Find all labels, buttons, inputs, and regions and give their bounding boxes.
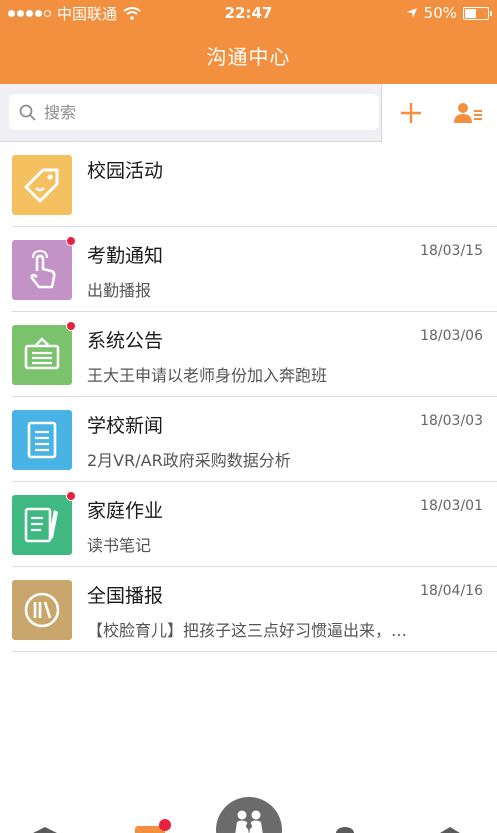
homework-pen-icon [24,507,58,543]
carrier-name: 中国联通 [57,4,118,23]
item-subtitle: 出勤播报 [87,281,152,300]
profile-tab-icon[interactable] [435,826,465,833]
wifi-icon [123,6,141,20]
status-bar: 中国联通 22:47 50% [0,0,497,26]
action-panel [381,84,497,142]
item-title: 学校新闻 [87,415,164,437]
search-bar [0,84,497,142]
item-title: 系统公告 [87,330,164,352]
search-box[interactable] [9,94,379,130]
item-icon [12,580,72,640]
battery-icon [463,6,492,20]
contacts-button[interactable] [448,93,488,133]
item-title: 考勤通知 [87,245,164,267]
list-item[interactable]: 全国播报 18/04/16 【校脸育儿】把孩子这三点好习惯逼出来，… [0,567,497,652]
unread-badge [66,321,76,331]
location-arrow-icon [406,8,417,18]
list-item[interactable]: 学校新闻 18/03/03 2月VR/AR政府采购数据分析 [0,397,497,482]
item-subtitle: 读书笔记 [87,536,152,555]
item-icon [12,321,76,385]
contacts-icon [454,103,483,123]
document-icon [27,421,57,459]
unread-badge [66,491,76,501]
item-title: 校园活动 [87,160,164,182]
item-date: 18/03/15 [420,243,483,259]
item-date: 18/03/01 [420,498,483,514]
unread-badge [66,236,76,246]
item-date: 18/04/16 [420,583,483,599]
tag-icon [24,168,59,203]
signal-strength-icon [8,9,51,17]
family-icon [235,810,263,833]
message-list: 校园活动 考勤通知 18/03/15 出勤播报 系统公告 18/03/06 王大… [0,142,497,652]
announcement-board-icon [24,337,60,370]
list-item[interactable]: 校园活动 [0,142,497,227]
item-subtitle: 王大王申请以老师身份加入奔跑班 [87,366,328,385]
list-item[interactable]: 家庭作业 18/03/01 读书笔记 [0,482,497,567]
add-button[interactable] [391,93,431,133]
item-title: 家庭作业 [87,500,164,522]
contacts-tab-icon[interactable] [330,826,360,833]
item-subtitle: 2月VR/AR政府采购数据分析 [87,451,291,470]
page-title: 沟通中心 [206,44,291,69]
item-date: 18/03/03 [420,413,483,429]
item-icon [12,491,76,555]
item-icon [12,410,72,470]
unread-badge [159,819,171,831]
home-tab-icon[interactable] [30,826,60,833]
item-icon [12,236,76,300]
broadcast-icon [24,592,60,628]
battery-percent: 50% [423,4,457,22]
message-tab-icon[interactable] [135,819,171,833]
search-input[interactable] [44,102,344,122]
search-icon [19,104,36,121]
item-icon [12,155,72,215]
list-item[interactable]: 考勤通知 18/03/15 出勤播报 [0,227,497,312]
touch-hand-icon [30,249,56,289]
item-title: 全国播报 [87,585,164,607]
family-center-button[interactable] [216,797,282,833]
item-date: 18/03/06 [420,328,483,344]
navigation-bar: 沟通中心 [0,26,497,84]
list-item[interactable]: 系统公告 18/03/06 王大王申请以老师身份加入奔跑班 [0,312,497,397]
plus-icon [400,103,421,123]
item-subtitle: 【校脸育儿】把孩子这三点好习惯逼出来，… [87,621,408,640]
